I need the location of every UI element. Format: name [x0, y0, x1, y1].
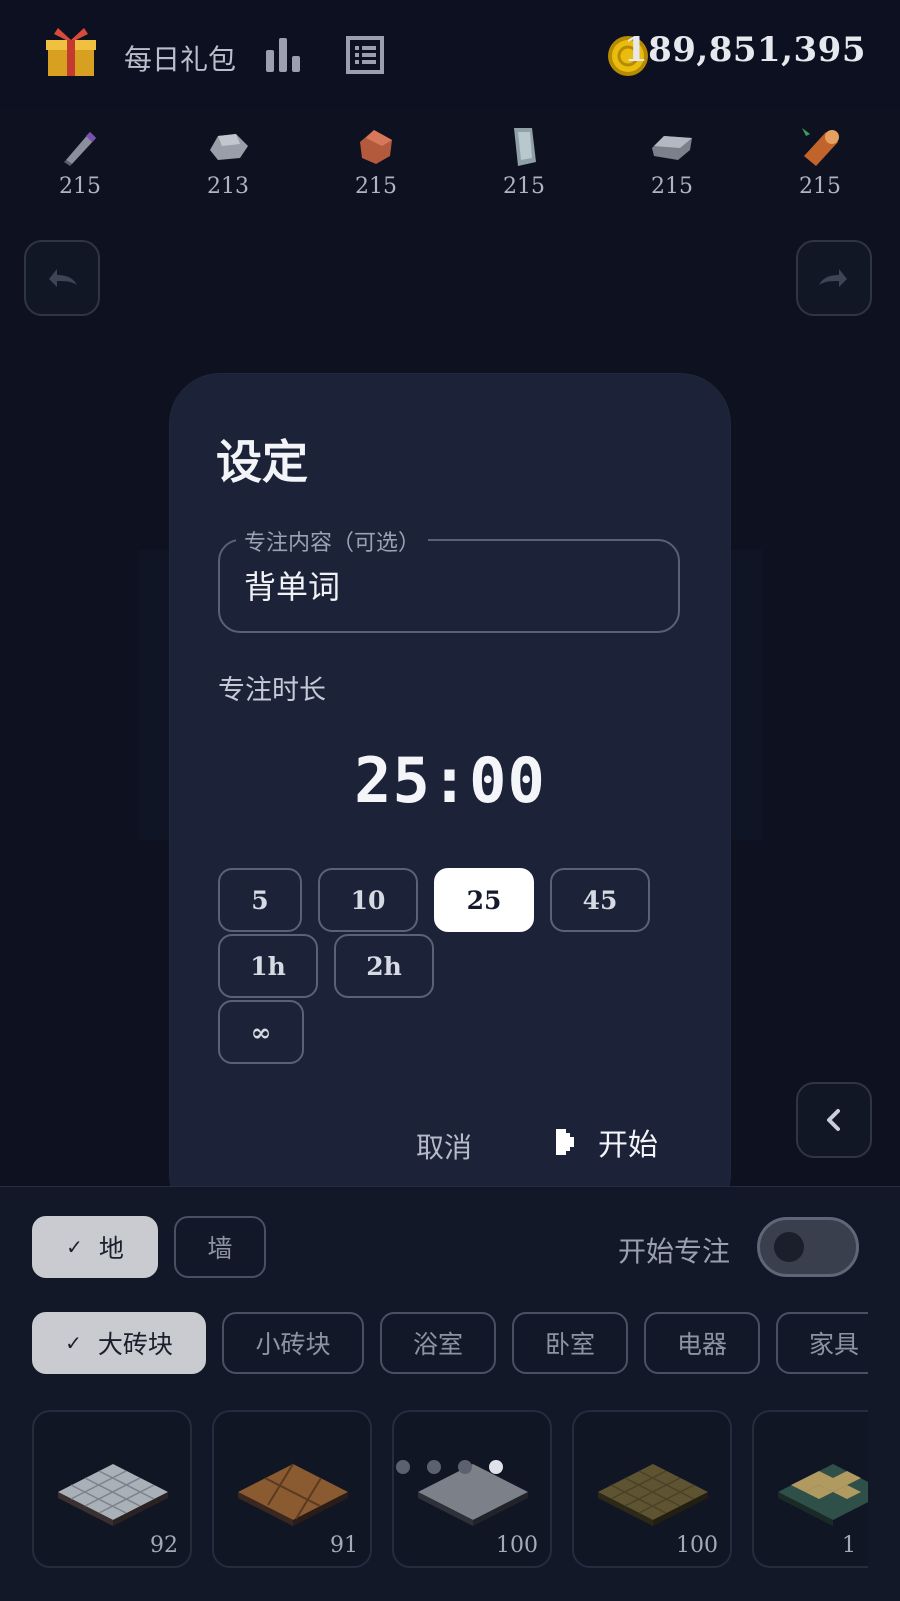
duration-option-45[interactable]: 45 — [550, 868, 650, 932]
resource-count: 213 — [207, 174, 249, 199]
leather-icon — [360, 130, 392, 164]
category-label: 家具 — [808, 1330, 859, 1359]
page-dot[interactable] — [396, 1460, 410, 1474]
tile-count: 100 — [676, 1533, 718, 1558]
stats-icon[interactable] — [266, 38, 302, 72]
layer-tab-label: 地 — [98, 1234, 124, 1263]
check-icon: ✓ — [66, 1235, 83, 1259]
duration-option-25[interactable]: 25 — [434, 868, 534, 932]
glass-icon — [514, 128, 536, 166]
resource-iron: 215 — [632, 122, 712, 199]
category-label: 浴室 — [412, 1330, 463, 1359]
resource-count: 215 — [59, 174, 101, 199]
page-dot[interactable] — [458, 1460, 472, 1474]
wood-log-icon — [802, 128, 839, 166]
chevron-left-icon — [827, 1109, 840, 1131]
dialog-title: 设定 — [216, 435, 308, 489]
category-appliances[interactable]: 电器 — [644, 1312, 760, 1374]
start-focus-toggle[interactable] — [757, 1217, 859, 1277]
tile-item[interactable]: 92 — [32, 1410, 192, 1568]
category-small-bricks[interactable]: 小砖块 — [222, 1312, 364, 1374]
focus-content-label: 专注内容（可选） — [236, 525, 429, 557]
start-button[interactable]: 开始 — [554, 1120, 658, 1164]
duration-option-2h[interactable]: 2h — [334, 934, 434, 998]
tile-item[interactable]: 100 — [392, 1410, 552, 1568]
collapse-panel-button[interactable] — [796, 1082, 872, 1158]
duration-label: 专注时长 — [218, 675, 326, 706]
category-bedroom[interactable]: 卧室 — [512, 1312, 628, 1374]
duration-option-infinite[interactable]: ∞ — [218, 1000, 304, 1064]
resource-stone: 213 — [188, 122, 268, 199]
coin-balance: 189,851,395 — [623, 30, 866, 70]
redo-icon — [819, 269, 847, 287]
tile-count: 92 — [150, 1533, 178, 1558]
category-label: 小砖块 — [255, 1330, 331, 1359]
resource-bar: 215 213 215 215 215 215 — [0, 110, 900, 210]
focus-content-input[interactable] — [242, 565, 646, 605]
layer-tab-label: 墙 — [207, 1234, 233, 1263]
top-bar: 每日礼包 189,851,395 — [0, 0, 900, 110]
toggle-knob — [774, 1232, 804, 1262]
redo-button[interactable] — [796, 240, 872, 316]
pipe-icon — [64, 132, 96, 166]
grey-tile-floor-icon — [58, 1464, 168, 1526]
tile-item[interactable]: 1 — [752, 1410, 868, 1568]
page-dot-active[interactable] — [489, 1460, 503, 1474]
iron-ingot-icon — [652, 136, 692, 160]
gift-icon[interactable] — [44, 26, 98, 78]
resource-count: 215 — [799, 174, 841, 199]
checkered-floor-icon — [778, 1464, 868, 1526]
wood-floor-icon — [238, 1463, 348, 1526]
layer-tab-floor[interactable]: ✓ 地 — [32, 1216, 158, 1278]
category-label: 大砖块 — [97, 1330, 173, 1359]
category-bathroom[interactable]: 浴室 — [380, 1312, 496, 1374]
focus-content-field[interactable]: 专注内容（可选） — [218, 525, 680, 633]
undo-button[interactable] — [24, 240, 100, 316]
play-icon — [556, 1129, 574, 1155]
list-icon[interactable] — [346, 36, 384, 74]
settings-dialog: 设定 专注内容（可选） 专注时长 25:00 5 10 25 45 1h 2h … — [170, 374, 730, 1224]
resource-count: 215 — [651, 174, 693, 199]
stone-icon — [210, 134, 248, 160]
category-label: 卧室 — [544, 1330, 595, 1359]
resource-count: 215 — [503, 174, 545, 199]
duration-option-10[interactable]: 10 — [318, 868, 418, 932]
resource-leather: 215 — [336, 122, 416, 199]
category-large-bricks[interactable]: ✓ 大砖块 — [32, 1312, 206, 1374]
check-icon: ✓ — [65, 1331, 82, 1355]
page-indicator — [396, 1460, 503, 1474]
tile-item[interactable]: 100 — [572, 1410, 732, 1568]
page-dot[interactable] — [427, 1460, 441, 1474]
cancel-button[interactable]: 取消 — [416, 1126, 472, 1166]
tile-count: 91 — [330, 1533, 358, 1558]
resource-wood: 215 — [780, 122, 860, 199]
daily-gift-label[interactable]: 每日礼包 — [124, 38, 236, 78]
duration-option-5[interactable]: 5 — [218, 868, 302, 932]
resource-count: 215 — [355, 174, 397, 199]
timer-display: 25:00 — [354, 744, 546, 817]
resource-pipe: 215 — [40, 122, 120, 199]
tile-item[interactable]: 91 — [212, 1410, 372, 1568]
layer-tab-wall[interactable]: 墙 — [174, 1216, 266, 1278]
undo-icon — [49, 269, 77, 287]
duration-option-1h[interactable]: 1h — [218, 934, 318, 998]
resource-glass: 215 — [484, 122, 564, 199]
tile-count: 100 — [496, 1533, 538, 1558]
category-label: 电器 — [676, 1330, 727, 1359]
olive-tile-floor-icon — [598, 1464, 708, 1526]
start-focus-label: 开始专注 — [618, 1235, 731, 1268]
tile-count: 1 — [842, 1533, 856, 1558]
start-label: 开始 — [598, 1128, 658, 1163]
